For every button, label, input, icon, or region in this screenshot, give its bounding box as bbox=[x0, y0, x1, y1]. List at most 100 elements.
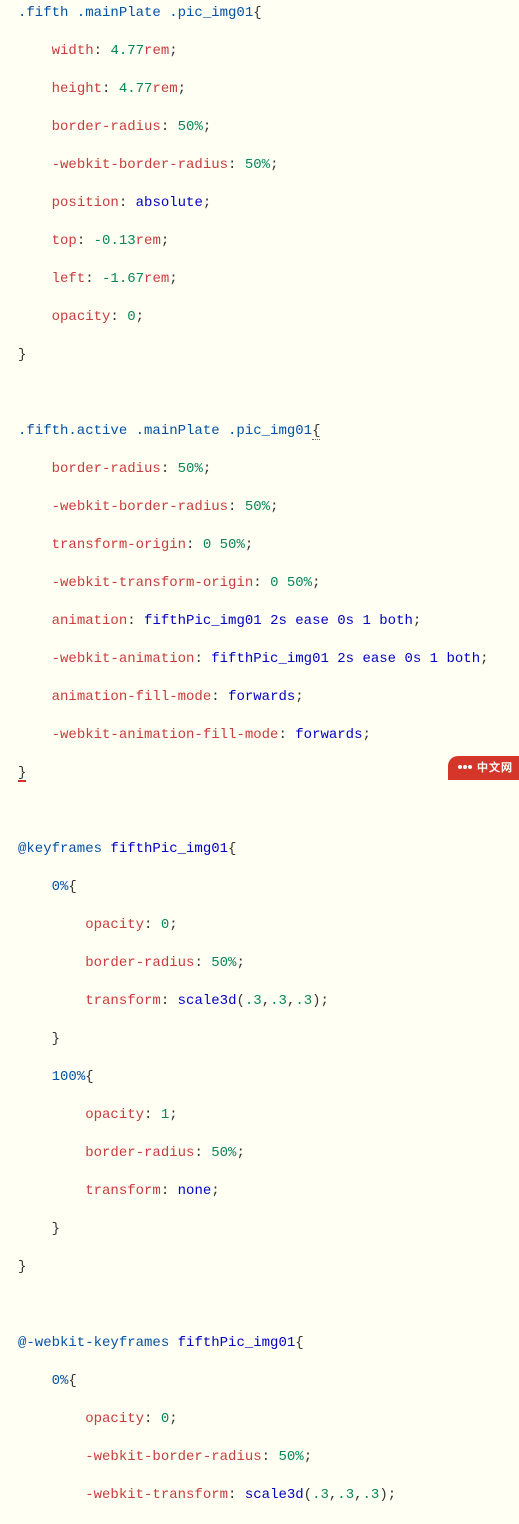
code-token: : bbox=[161, 119, 178, 135]
code-line[interactable]: } bbox=[18, 1030, 519, 1049]
code-line[interactable]: .fifth .mainPlate .pic_img01{ bbox=[18, 4, 519, 23]
code-token: ( bbox=[304, 1487, 312, 1503]
code-token: : bbox=[161, 1183, 178, 1199]
code-line[interactable]: } bbox=[18, 346, 519, 365]
code-token: .3 bbox=[337, 1487, 354, 1503]
code-line[interactable] bbox=[18, 802, 519, 821]
code-line[interactable]: } bbox=[18, 1258, 519, 1277]
code-token: { bbox=[253, 5, 261, 21]
code-token: rem bbox=[144, 271, 169, 287]
code-token: : bbox=[161, 461, 178, 477]
code-token: left bbox=[52, 271, 86, 287]
code-token: : bbox=[262, 1449, 279, 1465]
code-token: ; bbox=[203, 119, 211, 135]
code-token: .3 bbox=[363, 1487, 380, 1503]
code-line[interactable]: animation: fifthPic_img01 2s ease 0s 1 b… bbox=[18, 612, 519, 631]
code-token: fifthPic_img01 bbox=[178, 1335, 296, 1351]
code-token: , bbox=[329, 1487, 337, 1503]
code-token: ; bbox=[161, 233, 169, 249]
code-token: 4.77 bbox=[119, 81, 153, 97]
code-token: : bbox=[228, 499, 245, 515]
code-token: -webkit-border-radius bbox=[52, 157, 228, 173]
code-line[interactable]: opacity: 0; bbox=[18, 308, 519, 327]
code-line[interactable]: -webkit-animation-fill-mode: forwards; bbox=[18, 726, 519, 745]
code-token: ; bbox=[362, 727, 370, 743]
code-line[interactable]: position: absolute; bbox=[18, 194, 519, 213]
code-token: ; bbox=[169, 1107, 177, 1123]
code-line[interactable]: } bbox=[18, 1220, 519, 1239]
code-token: ; bbox=[236, 955, 244, 971]
code-line[interactable]: 0%{ bbox=[18, 1372, 519, 1391]
code-token: ; bbox=[312, 575, 320, 591]
code-token: 4.77 bbox=[110, 43, 144, 59]
code-token: border-radius bbox=[52, 119, 161, 135]
code-token: 0 bbox=[203, 537, 211, 553]
code-token: animation bbox=[52, 613, 128, 629]
code-line[interactable]: opacity: 0; bbox=[18, 1410, 519, 1429]
code-line[interactable]: -webkit-border-radius: 50%; bbox=[18, 1448, 519, 1467]
code-token: transform bbox=[85, 993, 161, 1009]
code-line[interactable]: -webkit-border-radius: 50%; bbox=[18, 156, 519, 175]
code-line[interactable]: animation-fill-mode: forwards; bbox=[18, 688, 519, 707]
code-line[interactable]: border-radius: 50%; bbox=[18, 1144, 519, 1163]
code-token: : bbox=[278, 727, 295, 743]
watermark-text: 中文网 bbox=[477, 762, 513, 774]
code-token: } bbox=[18, 347, 26, 363]
code-token: : bbox=[144, 917, 161, 933]
code-line[interactable]: } bbox=[18, 764, 519, 783]
code-token: ; bbox=[270, 157, 278, 173]
code-line[interactable]: opacity: 0; bbox=[18, 916, 519, 935]
code-line[interactable]: -webkit-transform-origin: 0 50%; bbox=[18, 574, 519, 593]
code-line[interactable]: transform: none; bbox=[18, 1182, 519, 1201]
code-token: .fifth .mainPlate .pic_img01 bbox=[18, 5, 253, 21]
code-line[interactable]: 0%{ bbox=[18, 878, 519, 897]
code-token: -webkit-transform bbox=[85, 1487, 228, 1503]
code-token: , bbox=[262, 993, 270, 1009]
code-token: ; bbox=[413, 613, 421, 629]
code-token: : bbox=[194, 1145, 211, 1161]
code-token: : bbox=[144, 1107, 161, 1123]
code-line[interactable]: -webkit-border-radius: 50%; bbox=[18, 498, 519, 517]
code-token: 50% bbox=[245, 157, 270, 173]
code-token: ; bbox=[245, 537, 253, 553]
code-token: forwards bbox=[228, 689, 295, 705]
code-line[interactable]: left: -1.67rem; bbox=[18, 270, 519, 289]
code-token: { bbox=[228, 841, 236, 857]
code-line[interactable]: @keyframes fifthPic_img01{ bbox=[18, 840, 519, 859]
code-line[interactable]: top: -0.13rem; bbox=[18, 232, 519, 251]
code-token: : bbox=[194, 651, 211, 667]
code-line[interactable]: .fifth.active .mainPlate .pic_img01{ bbox=[18, 422, 519, 441]
code-line[interactable]: height: 4.77rem; bbox=[18, 80, 519, 99]
code-line[interactable]: @-webkit-keyframes fifthPic_img01{ bbox=[18, 1334, 519, 1353]
code-token: @-webkit-keyframes bbox=[18, 1335, 178, 1351]
code-token: : bbox=[77, 233, 94, 249]
code-token: fifthPic_img01 bbox=[110, 841, 228, 857]
code-line[interactable]: opacity: 1; bbox=[18, 1106, 519, 1125]
code-token: ; bbox=[178, 81, 186, 97]
code-line[interactable]: 100%{ bbox=[18, 1068, 519, 1087]
code-token: absolute bbox=[136, 195, 203, 211]
code-token: { bbox=[85, 1069, 93, 1085]
code-token: 0% bbox=[52, 1373, 69, 1389]
code-line[interactable]: width: 4.77rem; bbox=[18, 42, 519, 61]
code-token: border-radius bbox=[52, 461, 161, 477]
code-line[interactable]: border-radius: 50%; bbox=[18, 954, 519, 973]
code-token: : bbox=[253, 575, 270, 591]
code-token: border-radius bbox=[85, 1145, 194, 1161]
code-line[interactable] bbox=[18, 1296, 519, 1315]
code-line[interactable]: transform: scale3d(.3,.3,.3); bbox=[18, 992, 519, 1011]
code-token: transform bbox=[85, 1183, 161, 1199]
code-token: opacity bbox=[85, 917, 144, 933]
code-editor[interactable]: .fifth .mainPlate .pic_img01{ width: 4.7… bbox=[0, 0, 519, 1524]
code-line[interactable]: -webkit-animation: fifthPic_img01 2s eas… bbox=[18, 650, 519, 669]
code-line[interactable]: border-radius: 50%; bbox=[18, 460, 519, 479]
code-token: 50% bbox=[245, 499, 270, 515]
code-token bbox=[211, 537, 219, 553]
code-line[interactable]: border-radius: 50%; bbox=[18, 118, 519, 137]
code-token: : bbox=[119, 195, 136, 211]
code-token: 0% bbox=[52, 879, 69, 895]
code-line[interactable]: -webkit-transform: scale3d(.3,.3,.3); bbox=[18, 1486, 519, 1505]
code-token: fifthPic_img01 2s ease 0s 1 both bbox=[144, 613, 413, 629]
code-line[interactable] bbox=[18, 384, 519, 403]
code-line[interactable]: transform-origin: 0 50%; bbox=[18, 536, 519, 555]
